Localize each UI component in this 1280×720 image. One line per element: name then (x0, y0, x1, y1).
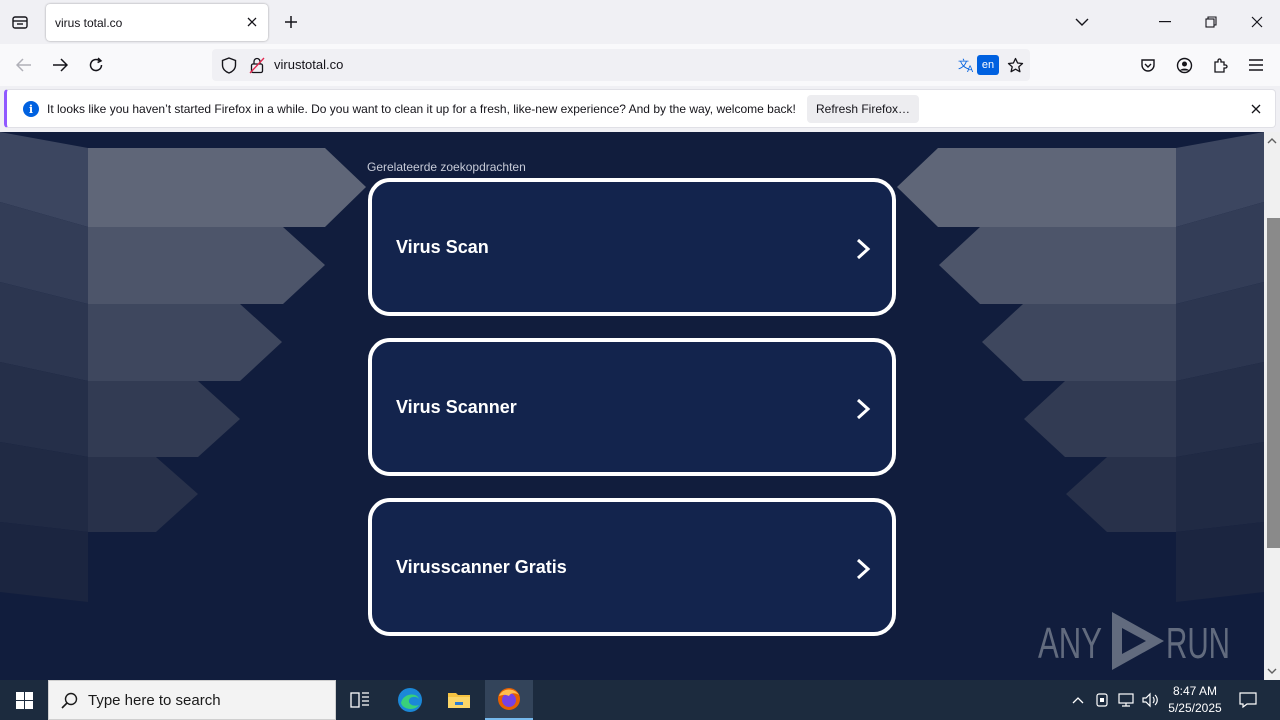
lock-broken-icon (249, 57, 265, 73)
chevron-up-icon (1072, 697, 1084, 704)
account-icon (1176, 57, 1192, 73)
translate-button[interactable]: 文A (958, 56, 976, 74)
scroll-down-arrow-icon[interactable] (1267, 666, 1277, 676)
arrow-right-icon (53, 58, 68, 72)
browser-tab[interactable]: virus total.co (46, 4, 268, 41)
arrow-left-icon (16, 58, 31, 72)
related-searches-label: Gerelateerde zoekopdrachten (367, 160, 526, 174)
action-center-button[interactable] (1238, 690, 1258, 710)
notification-close-button[interactable] (1247, 100, 1265, 118)
scroll-up-arrow-icon[interactable] (1267, 136, 1277, 146)
account-button[interactable] (1169, 50, 1199, 80)
related-search-label: Virus Scanner (396, 396, 517, 417)
close-window-button[interactable] (1237, 6, 1277, 38)
tab-close-button[interactable] (244, 14, 260, 30)
edge-icon (398, 688, 422, 712)
bookmark-button[interactable] (1006, 56, 1024, 74)
taskbar-file-explorer[interactable] (435, 680, 483, 720)
clock-time: 8:47 AM (1172, 684, 1218, 698)
puzzle-icon (1213, 57, 1228, 73)
taskbar-edge[interactable] (386, 680, 434, 720)
navigation-bar: virustotal.co 文A en (0, 44, 1280, 86)
windows-taskbar: Type here to search 8:47 AM 5/25/2025 (0, 680, 1280, 720)
shield-icon (221, 56, 237, 74)
close-icon (1251, 16, 1263, 28)
related-search-label: Virus Scan (396, 236, 489, 257)
related-search-label: Virusscanner Gratis (396, 556, 567, 577)
related-search-link[interactable]: Virusscanner Gratis (368, 498, 896, 636)
windows-logo-icon (15, 691, 33, 709)
insecure-connection-icon[interactable] (248, 56, 266, 74)
firefox-icon (498, 688, 520, 710)
play-logo-icon (1112, 612, 1164, 670)
device-icon (1096, 693, 1108, 707)
close-icon (247, 17, 257, 27)
refresh-firefox-notification: i It looks like you haven’t started Fire… (4, 89, 1276, 128)
related-search-link[interactable]: Virus Scanner (368, 338, 896, 476)
translate-icon: 文A (958, 57, 974, 73)
show-hidden-icons-button[interactable] (1068, 690, 1088, 710)
volume-button[interactable] (1140, 690, 1160, 710)
taskbar-search-box[interactable]: Type here to search (48, 680, 336, 720)
restore-button[interactable] (1191, 6, 1231, 38)
watermark-right-text: RUN (1166, 619, 1230, 668)
search-placeholder: Type here to search (88, 691, 221, 709)
page-content: Gerelateerde zoekopdrachten Virus Scan V… (0, 132, 1264, 680)
refresh-firefox-button[interactable]: Refresh Firefox… (807, 95, 919, 123)
new-tab-button[interactable] (278, 8, 304, 36)
notification-message: It looks like you haven’t started Firefo… (47, 102, 796, 116)
notification-icon (1239, 692, 1257, 708)
taskbar-firefox[interactable] (485, 680, 533, 720)
clock-date: 5/25/2025 (1168, 701, 1222, 715)
menu-button[interactable] (1241, 50, 1271, 80)
info-icon: i (23, 101, 39, 117)
tab-list-button[interactable] (6, 8, 34, 36)
network-button[interactable] (1116, 690, 1136, 710)
related-search-link[interactable]: Virus Scan (368, 178, 896, 316)
task-view-icon (350, 692, 369, 708)
url-text: virustotal.co (274, 57, 344, 72)
translate-language-badge[interactable]: en (977, 55, 999, 75)
folder-icon (448, 693, 470, 708)
tab-list-icon (12, 16, 28, 29)
pocket-icon (1141, 58, 1155, 72)
chevron-right-icon (856, 398, 871, 420)
tray-device-icon[interactable] (1092, 690, 1112, 710)
minimize-button[interactable] (1145, 6, 1185, 38)
minimize-icon (1159, 21, 1171, 23)
restore-icon (1205, 16, 1217, 28)
svg-text:A: A (967, 65, 974, 73)
start-button[interactable] (0, 680, 48, 720)
tracking-protection-icon[interactable] (220, 56, 238, 74)
pocket-button[interactable] (1133, 50, 1163, 80)
plus-icon (285, 16, 297, 28)
chevron-right-icon (856, 238, 871, 260)
page-scrollbar[interactable] (1264, 132, 1280, 680)
reload-button[interactable] (81, 50, 111, 80)
taskbar-clock[interactable]: 8:47 AM 5/25/2025 (1160, 683, 1230, 717)
network-icon (1118, 693, 1134, 707)
close-icon (1251, 104, 1261, 114)
search-icon (61, 692, 78, 709)
anyrun-watermark: ANY RUN (1038, 612, 1230, 670)
chevron-right-icon (856, 558, 871, 580)
reload-icon (89, 57, 103, 72)
speaker-icon (1142, 692, 1158, 708)
extensions-button[interactable] (1205, 50, 1235, 80)
back-button[interactable] (9, 50, 39, 80)
chevron-down-icon (1075, 18, 1089, 26)
star-icon (1007, 57, 1023, 72)
tab-title: virus total.co (55, 15, 123, 30)
hamburger-icon (1249, 59, 1263, 71)
watermark-left-text: ANY (1038, 619, 1102, 668)
url-bar[interactable]: virustotal.co 文A en (212, 49, 1030, 81)
list-all-tabs-button[interactable] (1068, 8, 1096, 36)
forward-button[interactable] (45, 50, 75, 80)
task-view-button[interactable] (336, 680, 384, 720)
scrollbar-thumb[interactable] (1267, 218, 1280, 548)
tab-strip: virus total.co (0, 0, 1280, 44)
